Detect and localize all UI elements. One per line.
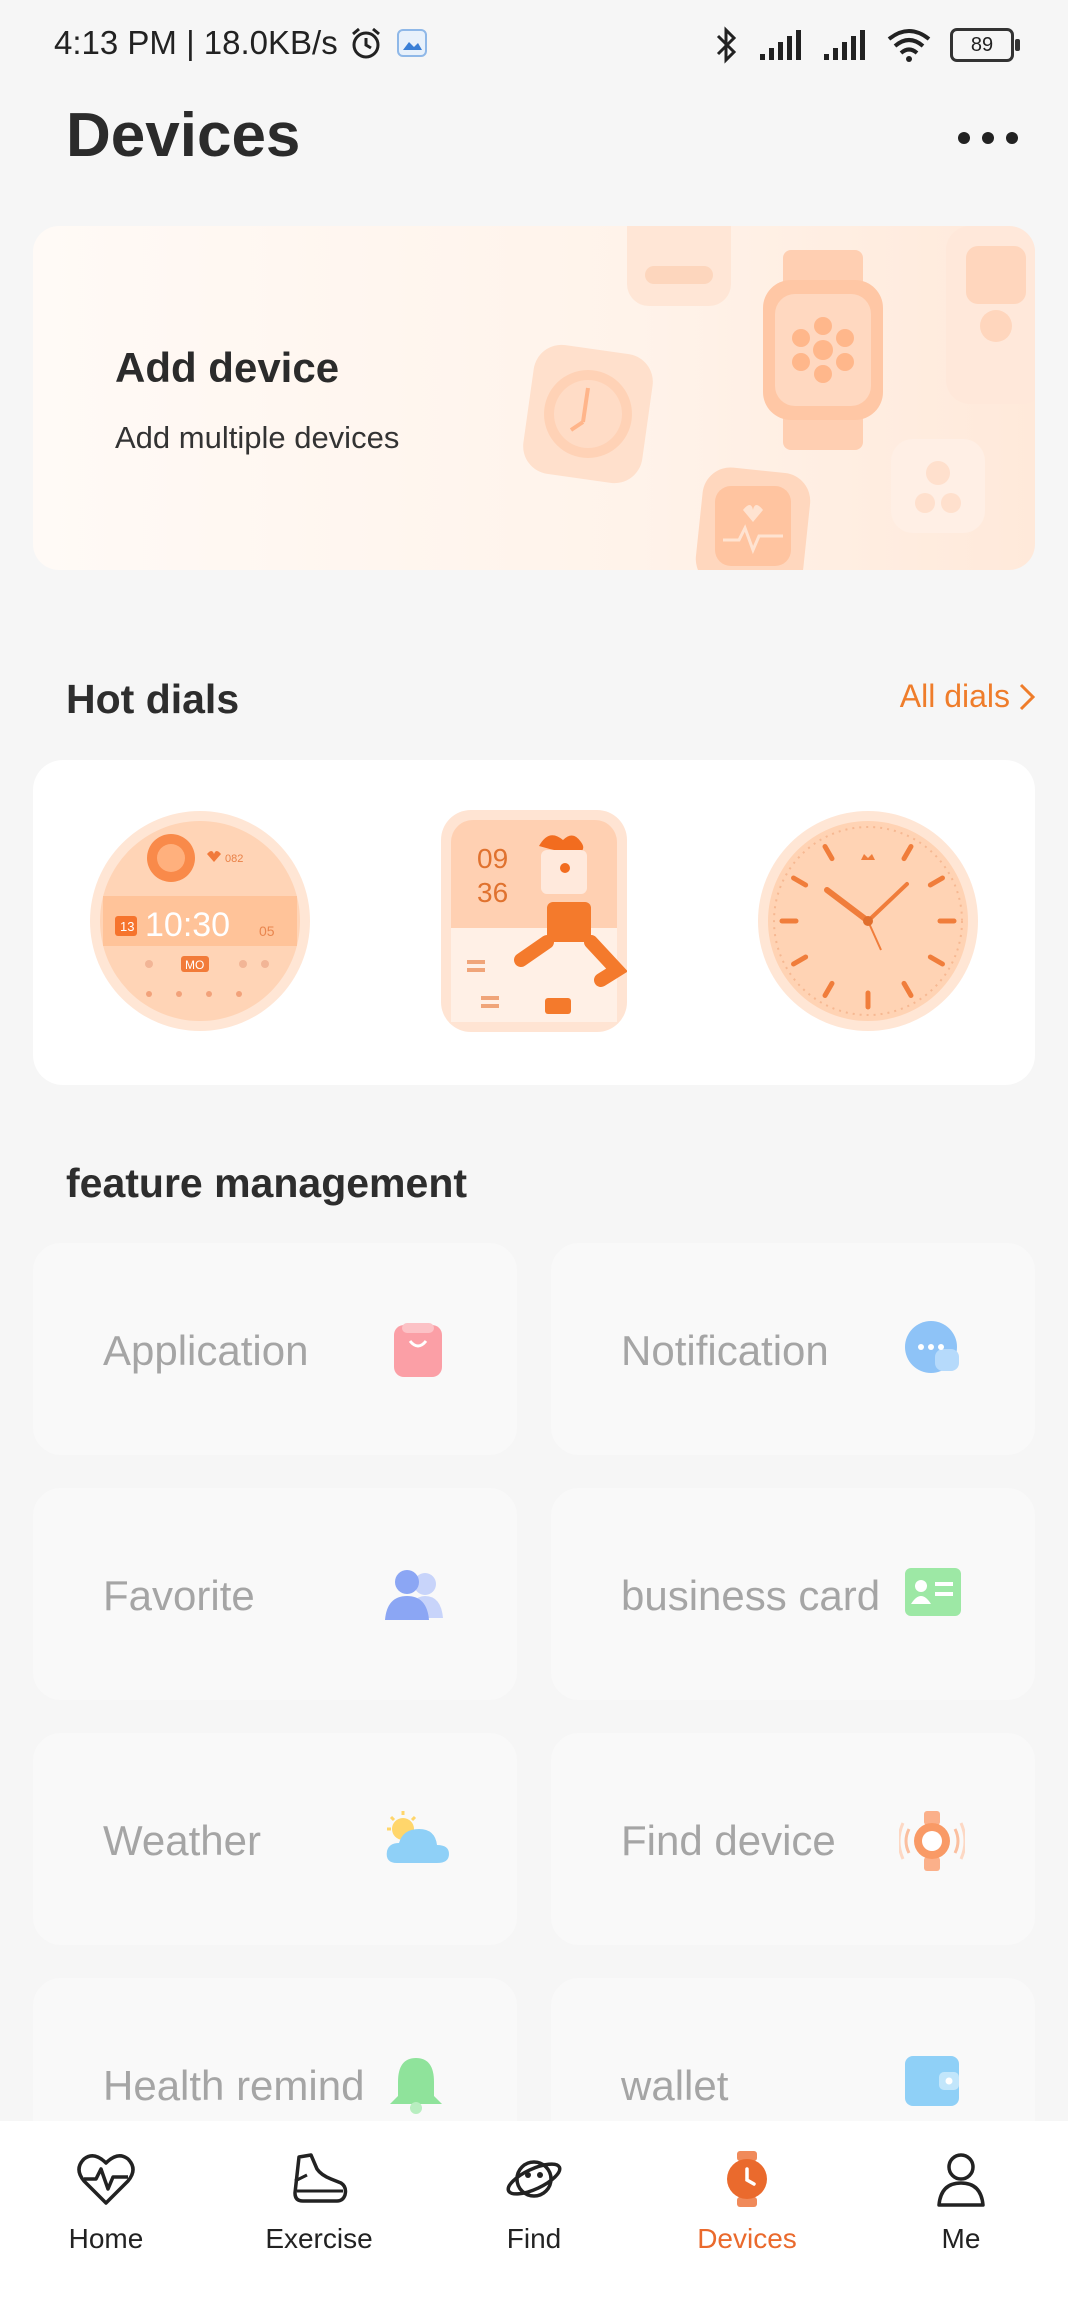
- card-icon: [905, 1568, 961, 1616]
- feature-favorite[interactable]: Favorite: [33, 1488, 517, 1700]
- dial1-beats: 082: [225, 853, 243, 865]
- chevron-right-icon: [1019, 683, 1036, 710]
- hot-dials-title: Hot dials: [66, 676, 240, 722]
- watch-icon: [727, 2151, 767, 2207]
- status-left: 4:13 PM | 18.0KB/s: [54, 24, 430, 62]
- band-device-icon: [946, 226, 1035, 404]
- feature-find-device[interactable]: Find device: [551, 1733, 1035, 1945]
- page-title: Devices: [66, 101, 301, 170]
- weather-icon: [386, 1811, 449, 1863]
- status-time: 4:13 PM | 18.0KB/s: [54, 24, 338, 61]
- contacts-icon: [385, 1570, 443, 1620]
- nav-devices-label: Devices: [697, 2223, 797, 2254]
- square-watch-icon: [763, 250, 883, 450]
- heart-pulse-icon: [77, 2154, 135, 2205]
- dial1-date: 13: [120, 919, 134, 934]
- status-right: 89: [714, 26, 1020, 64]
- find-watch-icon: [899, 1811, 965, 1871]
- wifi-icon: [887, 29, 931, 62]
- dial1-day: MO: [185, 958, 204, 972]
- gallery-icon: [396, 29, 427, 57]
- nav-me[interactable]: Me: [876, 2151, 1046, 2255]
- bottom-nav: Home Exercise Find Devices Me: [0, 2121, 1068, 2314]
- feature-label: Favorite: [103, 1572, 255, 1619]
- heart-watch-icon: [695, 467, 811, 570]
- dial-character-square[interactable]: 09 36: [441, 810, 627, 1032]
- dial-analog-round[interactable]: [757, 810, 979, 1032]
- person-icon: [937, 2153, 985, 2207]
- feature-weather[interactable]: Weather: [33, 1733, 517, 1945]
- feature-management-title: feature management: [66, 1160, 468, 1206]
- nav-find-label: Find: [506, 2223, 562, 2254]
- dial-digital-round[interactable]: 082 13 10:30 05 MO: [89, 810, 311, 1032]
- feature-label: Weather: [103, 1817, 261, 1864]
- shoe-icon: [293, 2153, 348, 2203]
- dial1-time: 10:30: [145, 906, 230, 944]
- feature-business-card[interactable]: business card: [551, 1488, 1035, 1700]
- band-watch-icon: [627, 226, 731, 306]
- feature-label: business card: [621, 1572, 881, 1619]
- bag-icon: [394, 1323, 442, 1377]
- feature-label: Application: [103, 1327, 309, 1374]
- hot-dials-card: 082 13 10:30 05 MO 09 36: [33, 760, 1035, 1085]
- add-device-card[interactable]: Add device Add multiple devices: [33, 226, 1035, 570]
- feature-notification[interactable]: Notification: [551, 1243, 1035, 1455]
- nav-home[interactable]: Home: [21, 2151, 191, 2255]
- signal-icon: [824, 30, 865, 60]
- nav-exercise-label: Exercise: [265, 2223, 373, 2254]
- status-bar: 4:13 PM | 18.0KB/s 89: [0, 0, 1068, 92]
- bluetooth-icon: [716, 26, 737, 64]
- dial1-sec: 05: [259, 923, 275, 939]
- alarm-icon: [351, 27, 380, 59]
- more-dots-icon: [958, 132, 970, 144]
- nav-me-label: Me: [941, 2223, 981, 2254]
- all-dials-label: All dials: [899, 678, 1010, 714]
- nav-devices[interactable]: Devices: [662, 2151, 832, 2255]
- feature-label: Find device: [621, 1817, 836, 1864]
- dial2-minute: 36: [477, 877, 508, 908]
- battery-icon: 89: [950, 28, 1020, 62]
- round-watch-icon: [523, 344, 653, 484]
- nav-find[interactable]: Find: [449, 2151, 619, 2255]
- feature-application[interactable]: Application: [33, 1243, 517, 1455]
- chat-bubble-icon: [905, 1321, 959, 1373]
- bell-icon: [390, 2058, 442, 2114]
- more-button[interactable]: [958, 118, 1018, 158]
- dial2-hour: 09: [477, 843, 508, 874]
- small-watch-icon: [891, 439, 985, 533]
- feature-label: Health remind: [103, 2062, 365, 2109]
- feature-label: Notification: [621, 1327, 829, 1374]
- wallet-icon: [905, 2056, 959, 2106]
- planet-icon: [506, 2160, 562, 2198]
- nav-exercise[interactable]: Exercise: [234, 2151, 404, 2255]
- feature-label: wallet: [621, 2062, 729, 2109]
- signal-icon: [760, 30, 801, 60]
- nav-home-label: Home: [68, 2223, 144, 2254]
- add-device-title: Add device: [115, 344, 340, 391]
- add-device-subtitle: Add multiple devices: [115, 420, 400, 455]
- all-dials-link[interactable]: All dials: [900, 678, 1036, 715]
